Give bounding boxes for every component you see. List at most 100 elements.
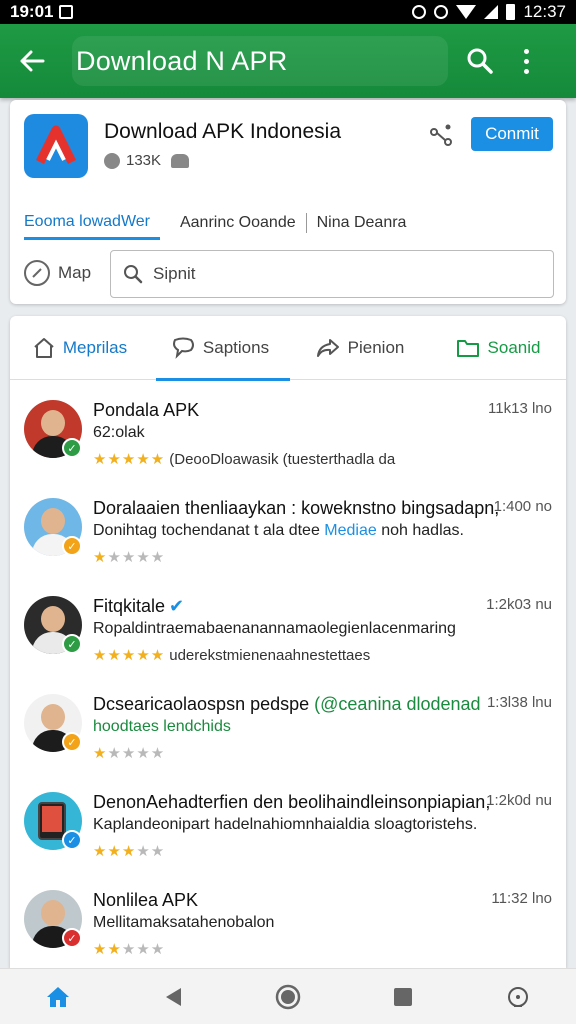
app-info-card: Download APK Indonesia 133K Conmit Eooma…: [10, 100, 566, 304]
verified-badge-icon: ✓: [62, 634, 82, 654]
signal-icon: [484, 5, 499, 19]
people-icon: [171, 153, 190, 168]
item-desc: Ropaldintraemabaenanannamaolegienlacenma…: [93, 620, 456, 637]
app-meta: 133K: [104, 152, 190, 169]
info-icon[interactable]: [488, 969, 548, 1024]
home-icon[interactable]: [28, 969, 88, 1024]
home-circle-icon[interactable]: [258, 969, 318, 1024]
tab-soanid[interactable]: Soanid: [430, 316, 566, 380]
item-time: 11k13 lno: [488, 400, 552, 417]
compass-icon: [24, 260, 50, 286]
tab-label: Pienion: [347, 337, 405, 357]
item-name: Nonlilea APK: [93, 890, 199, 910]
tab-label: Soanid: [487, 337, 541, 357]
status-time-left: 19:01: [10, 2, 54, 21]
star-rating: ★★★★★ uderekstmienenaahnestettaes: [93, 647, 371, 664]
app-name: Download APK Indonesia: [104, 120, 341, 143]
item-time: 11:32 lno: [491, 890, 552, 907]
item-desc: hoodtaes lendchids: [93, 718, 231, 735]
item-time: 1:3l38 lnu: [486, 694, 552, 711]
list-item[interactable]: ✓ Dcsearicaolaospsn pedspe (@ceanina dlo…: [10, 688, 566, 786]
map-button[interactable]: Map: [24, 260, 91, 286]
rating-note: (DeooDloawasik (tuesterthadla da: [169, 451, 396, 468]
item-name: DenonAehadterfien den beolihaindleinsonp…: [93, 792, 491, 812]
verified-badge-icon: ✓: [62, 438, 82, 458]
connect-button[interactable]: Conmit: [471, 117, 553, 151]
item-desc-text: Donihtag tochendanat t ala dtee: [93, 522, 320, 539]
item-desc: Kaplandeonipart hadelnahiomnhaialdia slo…: [93, 816, 478, 833]
search-icon[interactable]: [460, 41, 500, 81]
app-stat: 133K: [126, 152, 162, 169]
star-rating: ★★★★★ (DeooDloawasik (tuesterthadla da: [93, 451, 396, 468]
item-time: 1:400 no: [493, 498, 552, 515]
item-name: Pondala APK: [93, 400, 200, 420]
refresh-icon: [434, 5, 449, 19]
badge-icon: ✓: [62, 830, 82, 850]
more-vert-icon[interactable]: [514, 41, 538, 81]
share-network-icon[interactable]: [428, 122, 456, 150]
item-name: Doralaaien thenliaaykan : koweknstno bin…: [93, 498, 500, 518]
notification-icon: [59, 5, 74, 19]
back-arrow-icon[interactable]: [12, 41, 52, 81]
tab-pienion[interactable]: Pienion: [290, 316, 430, 380]
star-rating: ★★★★★: [93, 941, 166, 958]
list-item[interactable]: ✓ Doralaaien thenliaaykan : koweknstno b…: [10, 492, 566, 590]
status-bar: 19:01 12:37: [0, 0, 576, 24]
wifi-icon: [456, 5, 477, 19]
subtab-0[interactable]: Eooma lowadWer: [24, 206, 160, 240]
feed-list: ✓ Pondala APK 62:olak 11k13 lno ★★★★★ (De…: [10, 394, 566, 968]
list-item[interactable]: ✓ Fitqkitale ✔ Ropaldintraemabaenanannama…: [10, 590, 566, 688]
list-item[interactable]: ✓ DenonAehadterfien den beolihaindleinso…: [10, 786, 566, 884]
subtab-divider: [305, 213, 307, 233]
folder-icon: [456, 339, 479, 357]
item-time: 1:2k03 nu: [486, 596, 552, 613]
app-bar: Download N APR: [0, 24, 576, 98]
subtab-1[interactable]: Aanrinc Ooande: [180, 206, 296, 240]
tab-meprilas[interactable]: Meprilas: [10, 316, 150, 380]
recents-icon[interactable]: [373, 969, 433, 1024]
badge-icon: ✓: [62, 928, 82, 948]
list-item[interactable]: ✓ Nonlilea APK Mellitamaksatahenobalon 1…: [10, 884, 566, 968]
app-logo-icon: [24, 114, 88, 178]
item-time: 1:2k0d nu: [486, 792, 552, 809]
system-nav-bar: [0, 968, 576, 1024]
item-desc: 62:olak: [93, 424, 145, 441]
item-name-text: Dcsearicaolaospsn pedspe: [93, 694, 310, 714]
feed-tab-bar: Meprilas Saptions Pienion Soanid: [10, 316, 566, 381]
sub-tab-bar: Eooma lowadWer Aanrinc Ooande Nina Deanr…: [24, 206, 554, 240]
status-time-right: 12:37: [523, 2, 566, 21]
tab-label: Saptions: [202, 337, 270, 357]
search-field-icon: [124, 265, 143, 284]
home-outline-icon: [34, 337, 54, 358]
search-input[interactable]: Sipnit: [110, 250, 554, 298]
item-name-text: Fitqkitale: [93, 596, 166, 616]
chat-bubble-icon: [172, 337, 194, 359]
list-item[interactable]: ✓ Pondala APK 62:olak 11k13 lno ★★★★★ (De…: [10, 394, 566, 492]
item-name: Fitqkitale ✔: [93, 596, 184, 617]
item-desc: Donihtag tochendanat t ala dtee Mediae n…: [93, 522, 493, 540]
item-desc: Mellitamaksatahenobalon: [93, 914, 275, 931]
app-bar-title: Download N APR: [72, 36, 448, 86]
sync-icon: [412, 5, 427, 19]
item-name: Dcsearicaolaospsn pedspe (@ceanina dlode…: [93, 694, 481, 715]
tab-saptions[interactable]: Saptions: [150, 316, 290, 381]
subtab-2[interactable]: Nina Deanra: [317, 206, 407, 240]
battery-icon: [506, 4, 516, 20]
feed-card: Meprilas Saptions Pienion Soanid ✓ Ponda…: [10, 316, 566, 968]
star-rating: ★★★★★: [93, 843, 166, 860]
star-rating: ★★★★★: [93, 549, 166, 566]
back-icon[interactable]: [143, 969, 203, 1024]
star-rating: ★★★★★: [93, 745, 166, 762]
item-name-accent: (@ceanina dlodenad: [314, 694, 481, 714]
rating-note: uderekstmienenaahnestettaes: [169, 647, 371, 664]
verified-check-icon: ✔: [169, 596, 185, 616]
page-title: Download N APR: [76, 45, 288, 76]
location-icon: [104, 152, 120, 169]
item-desc-accent: Mediae: [324, 522, 377, 539]
badge-icon: ✓: [62, 732, 82, 752]
share-arrow-icon: [316, 338, 339, 357]
tab-label: Meprilas: [62, 337, 128, 357]
badge-icon: ✓: [62, 536, 82, 556]
search-placeholder: Sipnit: [153, 264, 196, 283]
item-desc-tail: noh hadlas.: [381, 522, 464, 539]
